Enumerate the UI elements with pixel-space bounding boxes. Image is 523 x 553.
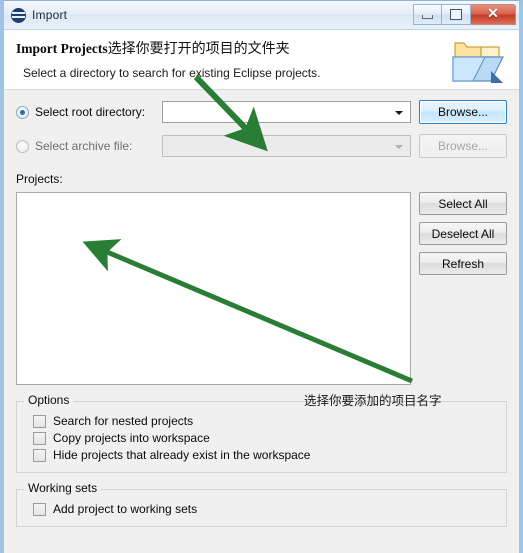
open-folder-icon	[452, 42, 504, 83]
checkbox-label: Search for nested projects	[53, 414, 194, 428]
checkbox-search-nested-projects[interactable]: Search for nested projects	[33, 414, 498, 428]
working-sets-group: Working sets Add project to working sets	[16, 481, 507, 527]
root-directory-combo[interactable]	[162, 101, 411, 123]
working-sets-group-title: Working sets	[24, 481, 102, 495]
projects-list-buttons: Select All Deselect All Refresh	[419, 192, 507, 282]
options-group-title: Options	[24, 393, 74, 407]
working-sets-group-items: Add project to working sets	[25, 493, 498, 516]
checkbox-indicator[interactable]	[33, 414, 46, 428]
archive-file-input	[163, 136, 410, 156]
close-button[interactable]: ✕	[471, 3, 516, 25]
minimize-button[interactable]	[413, 3, 442, 25]
header-annotation-text: 选择你要打开的项目的文件夹	[107, 41, 290, 57]
checkbox-add-project-to-working-sets[interactable]: Add project to working sets	[33, 502, 498, 516]
radio-archive-file-label: Select archive file:	[35, 139, 133, 153]
radio-select-archive-file[interactable]: Select archive file:	[16, 139, 162, 153]
select-all-button[interactable]: Select All	[419, 192, 507, 215]
radio-archive-file-indicator[interactable]	[16, 139, 29, 153]
maximize-button[interactable]	[442, 3, 471, 25]
browse-archive-file-button: Browse...	[419, 134, 507, 158]
archive-file-combo	[162, 135, 411, 157]
projects-label: Projects:	[16, 172, 63, 186]
radio-root-directory-indicator[interactable]	[16, 105, 29, 119]
checkbox-indicator[interactable]	[33, 431, 46, 445]
checkbox-copy-projects-into-workspace[interactable]: Copy projects into workspace	[33, 431, 498, 445]
eclipse-icon	[11, 7, 26, 23]
checkbox-label: Hide projects that already exist in the …	[53, 448, 311, 462]
dialog-header: Import Projects 选择你要打开的项目的文件夹 Select a d…	[4, 30, 519, 90]
window-title: Import	[32, 8, 68, 22]
checkbox-indicator[interactable]	[33, 502, 46, 516]
dialog-body: Select root directory: Browse... Select …	[4, 100, 519, 553]
root-directory-row: Select root directory: Browse...	[16, 100, 507, 124]
root-directory-input[interactable]	[163, 102, 410, 122]
projects-list[interactable]	[16, 192, 411, 385]
checkbox-hide-existing-projects[interactable]: Hide projects that already exist in the …	[33, 448, 498, 462]
deselect-all-button[interactable]: Deselect All	[419, 222, 507, 245]
radio-select-root-directory[interactable]: Select root directory:	[16, 105, 162, 119]
radio-root-directory-label: Select root directory:	[35, 105, 146, 119]
title-bar: Import ✕	[4, 1, 519, 30]
checkbox-indicator[interactable]	[33, 448, 46, 462]
refresh-button[interactable]: Refresh	[419, 252, 507, 275]
window-controls: ✕	[413, 3, 516, 25]
options-group: Options Search for nested projects Copy …	[16, 393, 507, 473]
import-projects-dialog: Import ✕ Import Projects 选择你要打开的项目的文件夹 S…	[0, 0, 523, 553]
archive-file-row: Select archive file: Browse...	[16, 134, 507, 158]
page-description: Select a directory to search for existin…	[23, 66, 321, 80]
page-title: Import Projects	[16, 41, 108, 56]
header-title-row: Import Projects 选择你要打开的项目的文件夹	[16, 38, 505, 58]
annotation-projects-text: 选择你要添加的项目名字	[304, 393, 442, 408]
checkbox-label: Add project to working sets	[53, 502, 198, 516]
chevron-down-icon[interactable]	[395, 111, 403, 115]
projects-list-row: Select All Deselect All Refresh	[16, 192, 507, 385]
chevron-down-icon-disabled	[395, 145, 403, 149]
checkbox-label: Copy projects into workspace	[53, 431, 210, 445]
options-group-items: Search for nested projects Copy projects…	[25, 405, 498, 462]
browse-root-directory-button[interactable]: Browse...	[419, 100, 507, 124]
